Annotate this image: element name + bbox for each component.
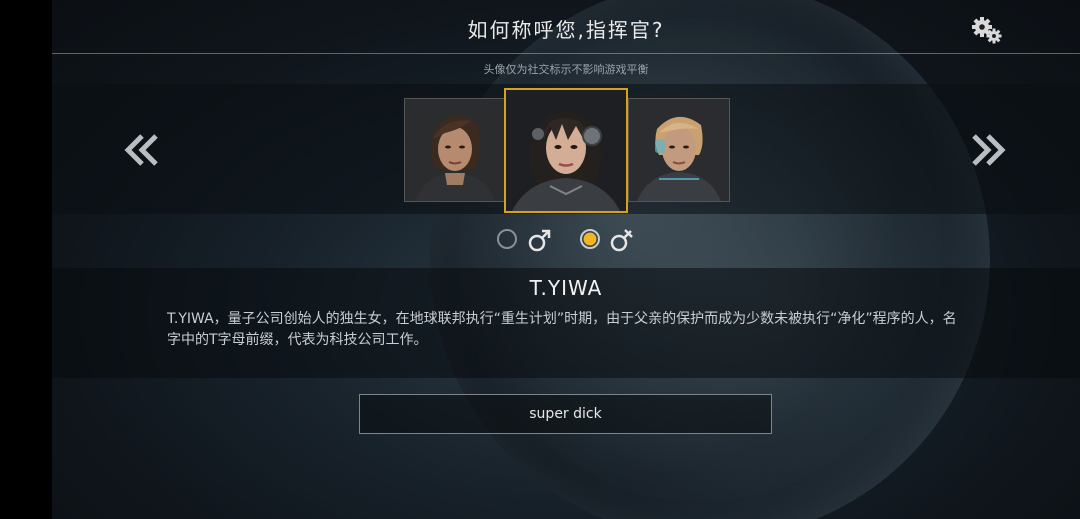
character-creation-screen: 如何称呼您,指挥官? 头像仅为社交标示不影响游戏平衡 T.YIWA T.YIWA… [52,0,1080,519]
female-variant-icon[interactable] [609,227,635,253]
gears-icon[interactable] [970,16,1004,44]
character-description: T.YIWA，量子公司创始人的独生女，在地球联邦执行“重生计划”时期，由于父亲的… [167,311,957,348]
male-icon[interactable] [527,227,553,253]
double-chevron-right-icon[interactable] [966,130,1010,170]
portrait-center-selected[interactable] [504,88,628,213]
header-bar: 如何称呼您,指挥官? [52,0,1080,54]
double-chevron-left-icon[interactable] [120,130,164,170]
gender-male-radio[interactable] [497,229,517,249]
planet-background [430,0,990,519]
character-name: T.YIWA [529,276,603,300]
commander-name-input[interactable] [359,394,772,434]
left-letterbox [0,0,52,519]
portrait-left[interactable] [404,98,506,202]
portrait-right[interactable] [628,98,730,202]
avatar-notice: 头像仅为社交标示不影响游戏平衡 [483,63,649,76]
gender-selector [497,227,647,255]
gender-female-radio[interactable] [580,229,600,249]
page-title: 如何称呼您,指挥官? [467,18,665,42]
